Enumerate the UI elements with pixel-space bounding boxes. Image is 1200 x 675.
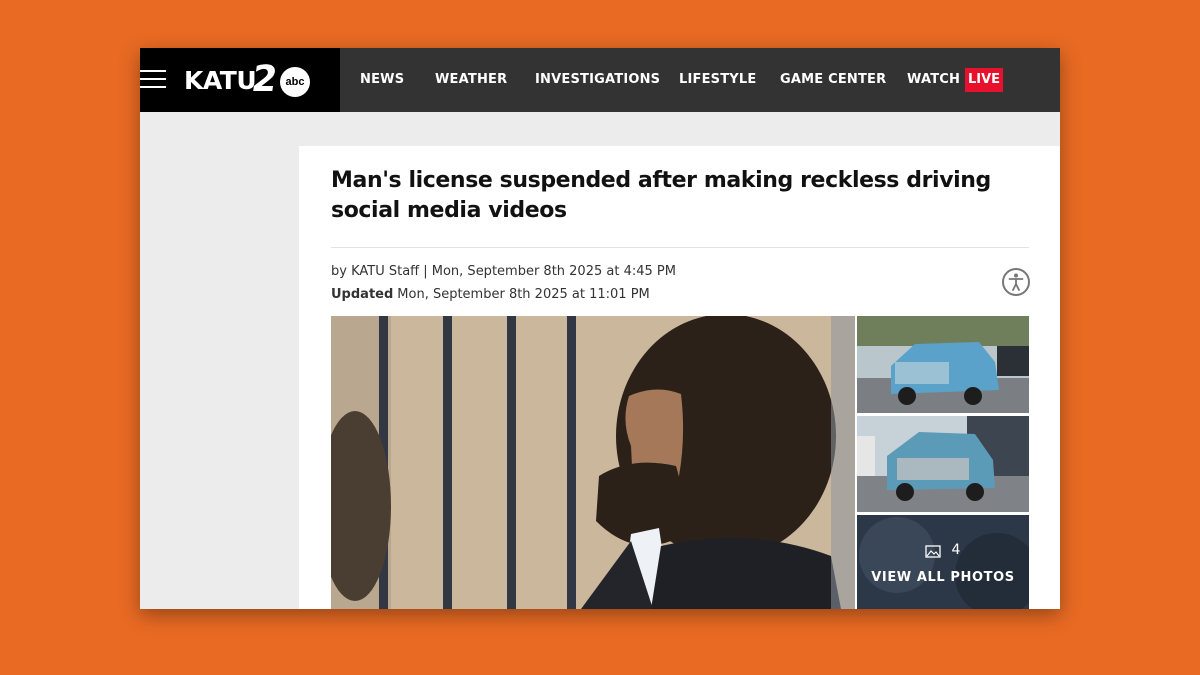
logo-number: 2 [249, 59, 280, 100]
hamburger-menu-icon[interactable] [140, 70, 166, 88]
article-byline: by KATU Staff | Mon, September 8th 2025 … [331, 264, 676, 279]
nav-investigations[interactable]: INVESTIGATIONS [535, 72, 660, 87]
nav-lifestyle[interactable]: LIFESTYLE [679, 72, 757, 87]
nav-weather[interactable]: WEATHER [435, 72, 507, 87]
nav-watch[interactable]: WATCH [907, 72, 960, 87]
nav-game-center[interactable]: GAME CENTER [780, 72, 886, 87]
updated-timestamp: Mon, September 8th 2025 at 11:01 PM [397, 287, 650, 302]
gallery-thumbnail-2[interactable] [857, 416, 1029, 512]
article-container: Man's license suspended after making rec… [299, 146, 1060, 609]
view-all-photos-label: VIEW ALL PHOTOS [871, 570, 1015, 585]
article-headline: Man's license suspended after making rec… [331, 168, 991, 223]
site-header: KATU 2 abc NEWS WEATHER INVESTIGATIONS L… [140, 48, 1060, 112]
photo-count: 4 [857, 542, 1029, 558]
main-article-photo[interactable] [331, 316, 855, 609]
live-badge[interactable]: LIVE [965, 68, 1003, 92]
article-updated: Updated Mon, September 8th 2025 at 11:01 … [331, 287, 650, 302]
updated-label: Updated [331, 287, 394, 302]
view-all-photos-button[interactable]: 4 VIEW ALL PHOTOS [857, 515, 1029, 609]
brand-block: KATU 2 abc [140, 48, 340, 112]
photo-count-value: 4 [951, 542, 961, 558]
accessibility-icon[interactable] [1002, 268, 1030, 296]
gallery-thumbnail-1[interactable] [857, 316, 1029, 413]
headline-divider [331, 247, 1029, 248]
abc-logo: abc [280, 67, 310, 97]
nav-news[interactable]: NEWS [360, 72, 404, 87]
screenshot-card: KATU 2 abc NEWS WEATHER INVESTIGATIONS L… [140, 48, 1060, 609]
logo-text: KATU [184, 66, 257, 95]
